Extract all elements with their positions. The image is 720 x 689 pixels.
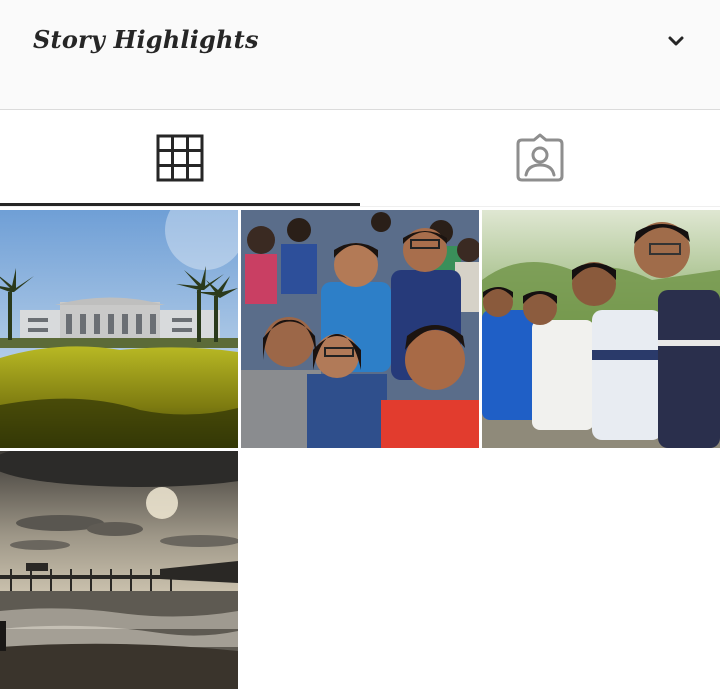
story-highlights-section[interactable]: Story Highlights (0, 0, 720, 110)
tab-tagged[interactable] (360, 110, 720, 206)
photo-grid (0, 210, 720, 689)
grid-icon (156, 134, 204, 182)
chevron-down-icon[interactable] (664, 30, 688, 54)
tagged-user-icon (516, 133, 564, 182)
photo-group-selfie-crowd[interactable] (241, 210, 479, 448)
photo-four-friends[interactable] (482, 210, 720, 448)
tab-posts-grid[interactable] (0, 110, 360, 206)
photo-sunset-pier[interactable] (0, 451, 238, 689)
active-tab-indicator (0, 203, 360, 206)
photo-campus-building[interactable] (0, 210, 238, 448)
profile-tabs (0, 110, 720, 207)
story-highlights-title: Story Highlights (33, 25, 259, 54)
